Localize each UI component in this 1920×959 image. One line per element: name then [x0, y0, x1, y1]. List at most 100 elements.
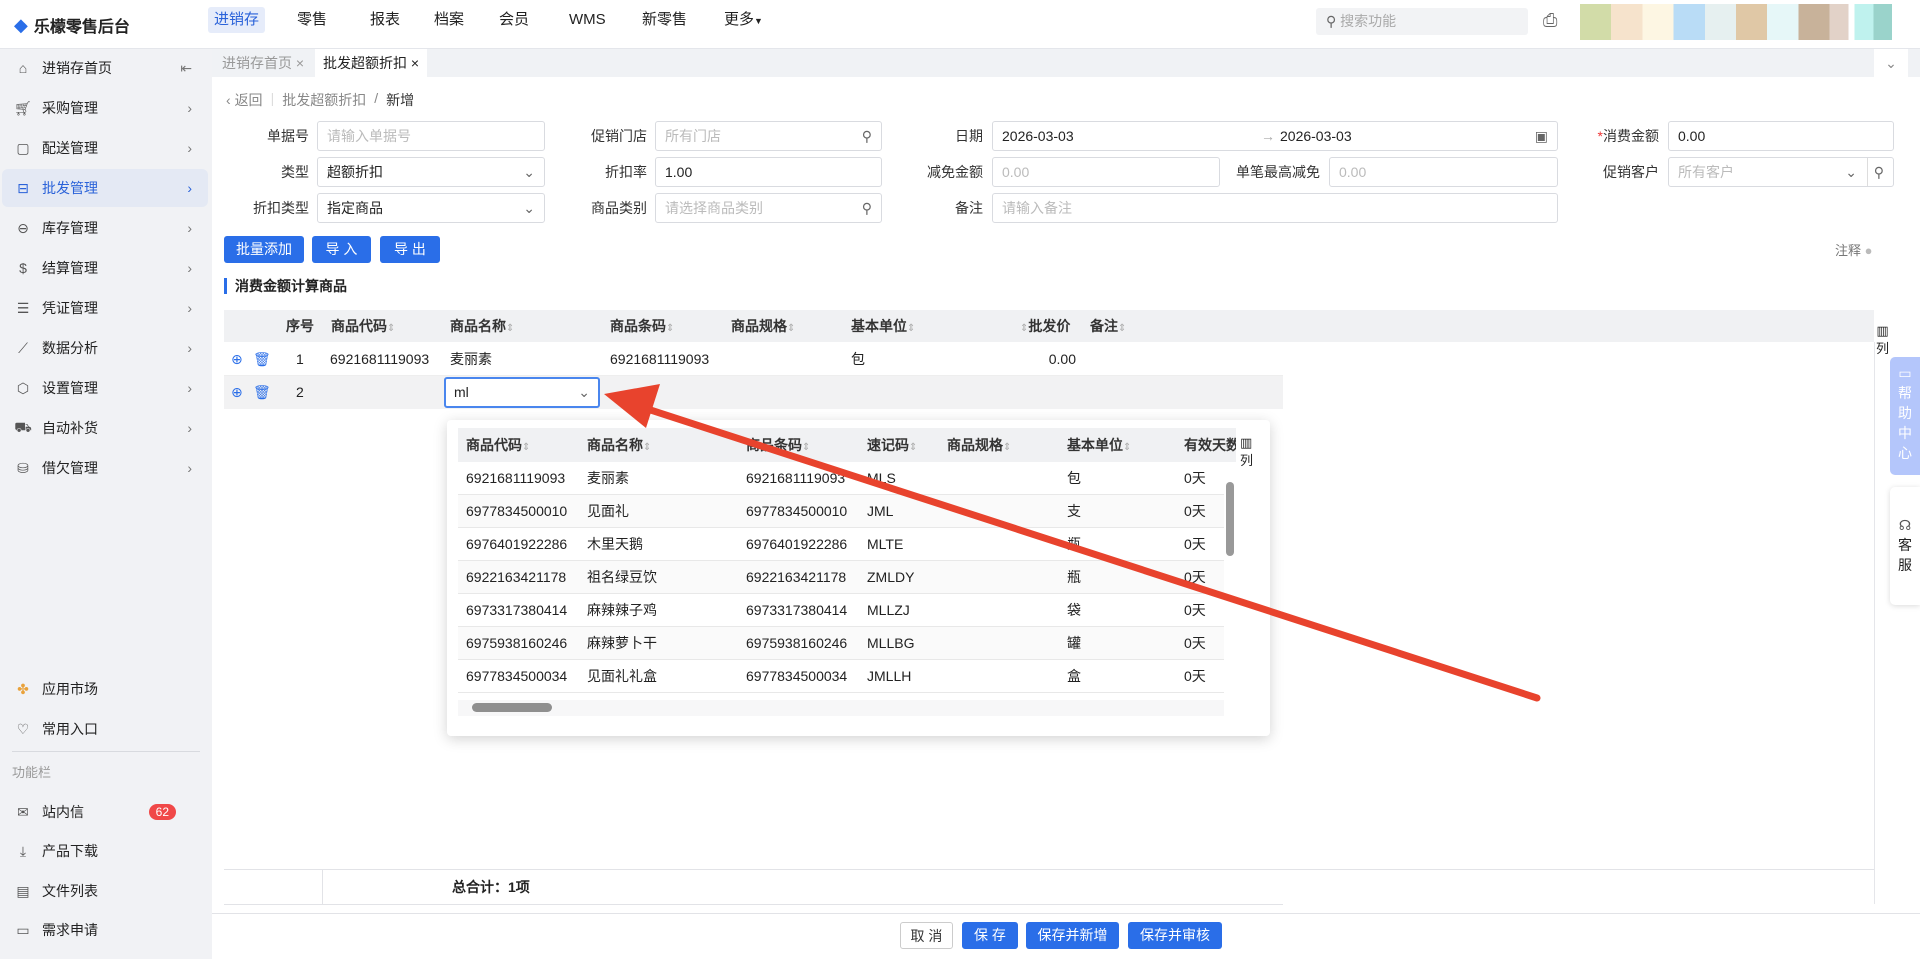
nav-more[interactable]: 更多▼ — [718, 7, 769, 33]
dropdown-option[interactable]: 6977834500034 见面礼礼盒 6977834500034 JMLLH 盒 0天 — [458, 660, 1224, 693]
collapse-sidebar-icon[interactable]: ⇤ — [180, 60, 192, 77]
store-input[interactable]: 所有门店 ⚲ — [655, 121, 882, 151]
scrollbar-thumb[interactable] — [472, 703, 552, 712]
col-barcode[interactable]: 商品条码⇕ — [610, 310, 674, 342]
sidebar-favorites[interactable]: ♡ 常用入口 — [2, 710, 208, 748]
dropdown-option[interactable]: 6977834500010 见面礼 6977834500010 JML 支 0天 — [458, 495, 1224, 528]
delete-row-icon[interactable]: 🗑︎ — [253, 376, 271, 409]
printer-icon[interactable]: ⎙ — [1543, 10, 1557, 31]
nav-member[interactable]: 会员 — [493, 7, 535, 33]
dd-col-code[interactable]: 商品代码⇕ — [466, 428, 530, 462]
back-link[interactable]: ‹ 返回 — [226, 90, 263, 110]
sidebar-item-home[interactable]: ⌂ 进销存首页 ⇤ — [2, 49, 208, 87]
nav-jinxiaocun[interactable]: 进销存 — [208, 7, 266, 33]
save-button[interactable]: 保 存 — [962, 922, 1018, 949]
nav-archive[interactable]: 档案 — [428, 7, 470, 33]
product-name-combobox[interactable]: ml ⌄ — [444, 377, 600, 408]
tab-home[interactable]: 进销存首页 × — [214, 49, 312, 77]
sidebar-app-market[interactable]: ✤ 应用市场 — [2, 670, 208, 708]
col-name[interactable]: 商品名称⇕ — [450, 310, 514, 342]
type-select[interactable]: 超额折扣 ⌄ — [317, 157, 545, 187]
dd-col-spec[interactable]: 商品规格⇕ — [947, 428, 1011, 462]
dd-col-shortcode[interactable]: 速记码⇕ — [867, 428, 917, 462]
nav-reports[interactable]: 报表 — [364, 7, 406, 33]
col-remark[interactable]: 备注⇕ — [1090, 310, 1126, 342]
save-and-audit-button[interactable]: 保存并审核 — [1128, 922, 1222, 949]
sidebar-item-auto-replenish[interactable]: ⛟ 自动补货 › — [2, 409, 208, 447]
tabs-dropdown-icon[interactable]: ⌄ — [1874, 49, 1908, 77]
sidebar-messages[interactable]: ✉ 站内信 62 — [2, 793, 208, 831]
amount-input[interactable]: 0.00 — [1668, 121, 1894, 151]
search-icon[interactable]: ⚲ — [862, 194, 872, 222]
date-start[interactable]: 2026-03-03 — [1002, 128, 1074, 144]
doc-no-input[interactable]: 请输入单据号 — [317, 121, 545, 151]
dropdown-option[interactable]: 6975938160246 麻辣萝卜干 6975938160246 MLLBG 罐 0天 — [458, 627, 1224, 660]
category-input[interactable]: 请选择商品类别 ⚲ — [655, 193, 882, 223]
sort-icon: ⇕ — [1123, 442, 1132, 453]
chevron-down-icon[interactable]: ⌄ — [1845, 158, 1857, 186]
delete-row-icon[interactable]: 🗑︎ — [253, 343, 271, 376]
close-icon[interactable]: × — [411, 55, 419, 71]
sidebar-item-settings[interactable]: ⬡ 设置管理 › — [2, 369, 208, 407]
horizontal-scrollbar[interactable] — [458, 700, 1224, 716]
nav-wms[interactable]: WMS — [563, 7, 612, 33]
customer-service-button[interactable]: ☊ 客服 — [1890, 487, 1920, 605]
app-logo[interactable]: ◆ 乐檬零售后台 — [14, 13, 130, 37]
user-avatar-blurred[interactable] — [1580, 4, 1892, 40]
columns-button[interactable]: ▥ 列 — [1876, 322, 1889, 358]
batch-add-button[interactable]: 批量添加 — [224, 236, 304, 263]
col-unit[interactable]: 基本单位⇕ — [851, 310, 915, 342]
search-icon[interactable]: ⚲ — [1866, 158, 1884, 186]
customer-select[interactable]: 所有客户 ⌄ ⚲ — [1668, 157, 1894, 187]
add-row-icon[interactable]: ⊕ — [231, 343, 243, 376]
dd-col-valid-days[interactable]: 有效天数 — [1184, 428, 1236, 462]
col-spec[interactable]: 商品规格⇕ — [731, 310, 795, 342]
export-button[interactable]: 导 出 — [380, 236, 440, 263]
sidebar-download[interactable]: ⤓ 产品下载 — [2, 832, 208, 870]
rate-input[interactable]: 1.00 — [655, 157, 882, 187]
add-row-icon[interactable]: ⊕ — [231, 376, 243, 409]
col-price[interactable]: ⇕批发价 — [1020, 310, 1070, 342]
scrollbar-thumb[interactable] — [1226, 482, 1234, 556]
sidebar-item-wholesale[interactable]: ⊟ 批发管理 › — [2, 169, 208, 207]
nav-new-retail[interactable]: 新零售 — [636, 7, 693, 33]
import-button[interactable]: 导 入 — [312, 236, 371, 263]
sidebar-item-delivery[interactable]: ▢ 配送管理 › — [2, 129, 208, 167]
discount-type-select[interactable]: 指定商品 ⌄ — [317, 193, 545, 223]
dd-col-unit[interactable]: 基本单位⇕ — [1067, 428, 1131, 462]
max-reduce-input[interactable]: 0.00 — [1329, 157, 1558, 187]
dd-col-barcode[interactable]: 商品条码⇕ — [746, 428, 810, 462]
notes-link[interactable]: 注释 ● — [1835, 240, 1873, 259]
dd-columns-button[interactable]: ▥ 列 — [1240, 434, 1253, 470]
dropdown-option[interactable]: 6921681119093 麦丽素 6921681119093 MLS 包 0天 — [458, 462, 1224, 495]
date-range-picker[interactable]: 2026-03-03 → 2026-03-03 ▣ — [992, 121, 1558, 151]
nav-retail[interactable]: 零售 — [291, 7, 333, 33]
tab-wholesale-discount[interactable]: 批发超额折扣 × — [315, 49, 428, 77]
breadcrumb-parent[interactable]: 批发超额折扣 — [282, 90, 366, 110]
sidebar-item-inventory[interactable]: ⊖ 库存管理 › — [2, 209, 208, 247]
save-and-new-button[interactable]: 保存并新增 — [1026, 922, 1119, 949]
sidebar-item-settlement[interactable]: $ 结算管理 › — [2, 249, 208, 287]
dropdown-option[interactable]: 6973317380414 麻辣辣子鸡 6973317380414 MLLZJ 袋 0天 — [458, 594, 1224, 627]
dropdown-option[interactable]: 6976401922286 木里天鹅 6976401922286 MLTE 瓶 0天 — [458, 528, 1224, 561]
remark-input[interactable]: 请输入备注 — [992, 193, 1558, 223]
dd-col-name[interactable]: 商品名称⇕ — [587, 428, 651, 462]
sidebar-requests[interactable]: ▭ 需求申请 — [2, 911, 208, 949]
cancel-button[interactable]: 取 消 — [900, 922, 953, 949]
vertical-scrollbar[interactable] — [1226, 472, 1236, 712]
reduce-input[interactable]: 0.00 — [992, 157, 1220, 187]
col-code[interactable]: 商品代码⇕ — [331, 310, 395, 342]
sidebar-item-debt[interactable]: ⛁ 借欠管理 › — [2, 449, 208, 487]
sidebar-item-purchase[interactable]: 🛒︎ 采购管理 › — [2, 89, 208, 127]
sidebar-item-analytics[interactable]: ⟋ 数据分析 › — [2, 329, 208, 367]
help-center-button[interactable]: ▭ 帮助中心 — [1890, 357, 1920, 475]
search-icon[interactable]: ⚲ — [862, 122, 872, 150]
close-icon[interactable]: × — [296, 55, 304, 71]
sidebar-item-voucher[interactable]: ☰ 凭证管理 › — [2, 289, 208, 327]
dropdown-option[interactable]: 6922163421178 祖名绿豆饮 6922163421178 ZMLDY 瓶 0天 — [458, 561, 1224, 594]
calendar-icon[interactable]: ▣ — [1535, 122, 1548, 150]
search-input[interactable]: ⚲ 搜索功能 — [1316, 8, 1528, 35]
sidebar-files[interactable]: ▤ 文件列表 — [2, 872, 208, 910]
chevron-down-icon[interactable]: ⌄ — [578, 379, 590, 406]
date-end[interactable]: 2026-03-03 — [1280, 122, 1352, 150]
